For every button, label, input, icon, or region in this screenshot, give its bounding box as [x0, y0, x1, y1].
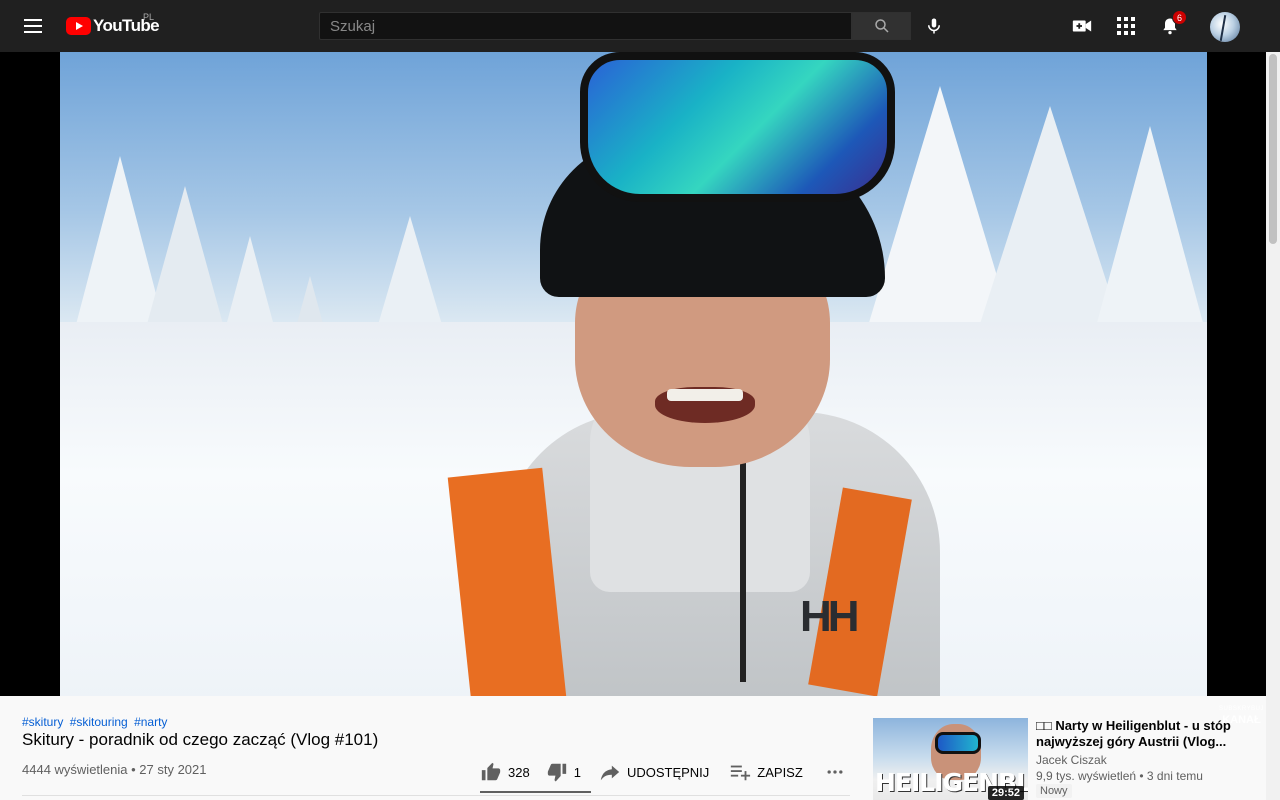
- video-player: HH SUBSKRYBUJ KANAŁ: [0, 52, 1266, 726]
- search-button[interactable]: [852, 12, 911, 40]
- thumbnail-goggles: [935, 732, 981, 754]
- like-ratio-fill: [480, 791, 591, 793]
- share-button[interactable]: UDOSTĘPNIJ: [599, 758, 709, 786]
- create-button[interactable]: [1069, 13, 1095, 39]
- create-video-icon: [1072, 20, 1092, 32]
- recommended-channel-name[interactable]: Jacek Ciszak: [1036, 753, 1107, 767]
- hashtags: #skitury #skitouring #narty: [22, 715, 170, 729]
- more-icon: [827, 770, 843, 774]
- ski-goggles: [580, 52, 895, 202]
- voice-search-button[interactable]: [920, 12, 948, 40]
- share-icon: [600, 765, 620, 781]
- jacket-logo: HH: [800, 592, 860, 641]
- person-in-ski-gear: HH: [440, 52, 940, 696]
- save-button[interactable]: ZAPISZ: [729, 758, 803, 786]
- apps-grid-icon: [1117, 17, 1135, 35]
- hashtag-link[interactable]: #skitouring: [70, 715, 128, 729]
- view-count-and-date: 4444 wyświetlenia • 27 sty 2021: [22, 762, 207, 777]
- recommended-video[interactable]: HEILIGENBLUT 29:52 □□ Narty w Heiligenbl…: [873, 718, 1253, 800]
- thumbs-down-icon: [547, 763, 566, 782]
- video-actions: 328 1 UDOSTĘPNIJ ZAPISZ: [480, 758, 851, 786]
- video-frame[interactable]: HH: [60, 52, 1207, 696]
- search-icon: [874, 19, 889, 33]
- masthead: YouTube PL 6: [0, 0, 1280, 52]
- divider: [22, 795, 850, 796]
- like-count: 328: [508, 764, 530, 780]
- dislike-count: 1: [573, 764, 581, 780]
- hashtag-link[interactable]: #skitury: [22, 715, 63, 729]
- notification-badge: 6: [1172, 10, 1187, 25]
- new-badge: Nowy: [1036, 784, 1072, 798]
- search-input[interactable]: [320, 13, 851, 39]
- avatar[interactable]: [1210, 12, 1240, 42]
- mic-icon: [928, 18, 940, 34]
- more-actions-button[interactable]: [825, 758, 851, 786]
- jacket-zip: [740, 452, 746, 682]
- page-scrollbar[interactable]: [1266, 52, 1280, 800]
- recommended-video-meta: 9,9 tys. wyświetleń • 3 dni temu: [1036, 769, 1203, 783]
- recommended-video-thumbnail[interactable]: HEILIGENBLUT 29:52: [873, 718, 1028, 800]
- search-box: [319, 12, 852, 40]
- dislike-button[interactable]: 1: [546, 758, 581, 786]
- apps-button[interactable]: [1113, 13, 1139, 39]
- scrollbar-thumb[interactable]: [1269, 54, 1277, 244]
- like-dislike-ratio-bar: [480, 791, 591, 793]
- teeth: [667, 389, 743, 401]
- mouth: [655, 387, 755, 423]
- youtube-logo[interactable]: YouTube PL: [66, 12, 160, 38]
- notifications-button[interactable]: 6: [1157, 10, 1187, 39]
- country-code: PL: [143, 12, 155, 22]
- share-label: UDOSTĘPNIJ: [626, 764, 710, 780]
- like-button[interactable]: 328: [480, 758, 530, 786]
- save-label: ZAPISZ: [757, 764, 803, 780]
- video-duration: 29:52: [987, 786, 1024, 800]
- video-title: Skitury - poradnik od czego zacząć (Vlog…: [22, 730, 379, 749]
- hashtag-link[interactable]: #narty: [134, 715, 167, 729]
- youtube-logo-icon: [66, 17, 91, 35]
- thumbs-up-icon: [481, 762, 501, 781]
- watermark-line1: SUBSKRYBUJ: [1219, 706, 1264, 712]
- menu-icon[interactable]: [18, 13, 48, 39]
- playlist-add-icon: [731, 765, 751, 781]
- recommended-video-title[interactable]: □□ Narty w Heiligenblut - u stóp najwyżs…: [1036, 718, 1251, 750]
